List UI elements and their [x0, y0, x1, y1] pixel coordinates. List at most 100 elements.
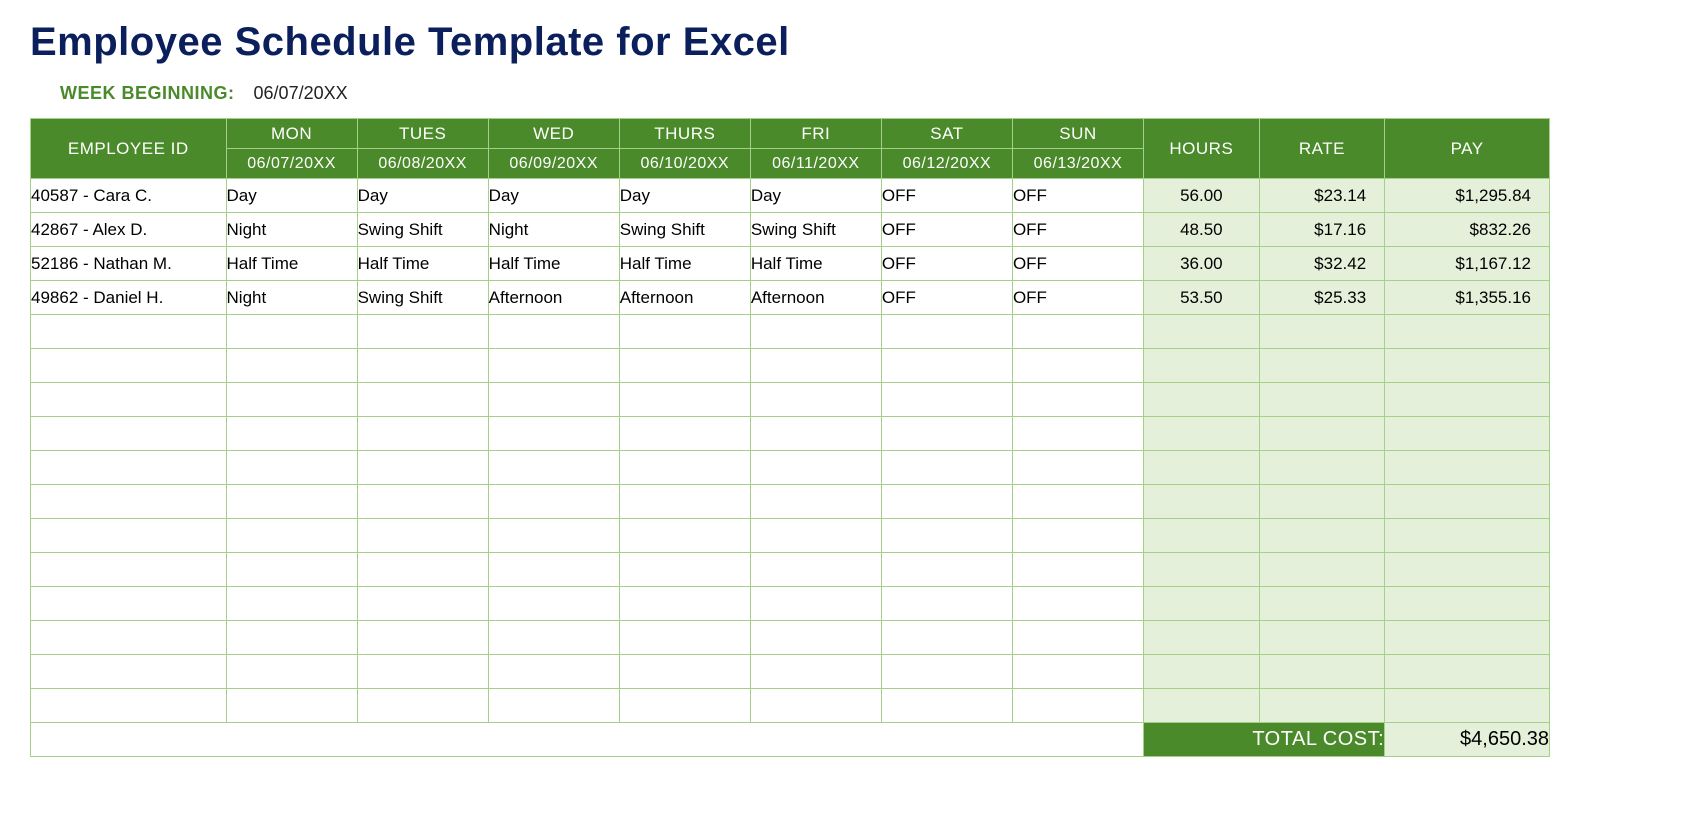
shift-cell[interactable]: Day — [619, 179, 750, 213]
shift-cell[interactable] — [488, 689, 619, 723]
shift-cell[interactable] — [488, 587, 619, 621]
shift-cell[interactable]: Night — [226, 213, 357, 247]
shift-cell[interactable] — [750, 553, 881, 587]
employee-cell[interactable]: 52186 - Nathan M. — [31, 247, 227, 281]
employee-cell[interactable] — [31, 349, 227, 383]
shift-cell[interactable] — [881, 519, 1012, 553]
shift-cell[interactable] — [750, 451, 881, 485]
shift-cell[interactable] — [750, 315, 881, 349]
shift-cell[interactable] — [750, 621, 881, 655]
shift-cell[interactable] — [226, 689, 357, 723]
shift-cell[interactable] — [750, 689, 881, 723]
shift-cell[interactable] — [357, 553, 488, 587]
employee-cell[interactable] — [31, 383, 227, 417]
employee-cell[interactable]: 49862 - Daniel H. — [31, 281, 227, 315]
shift-cell[interactable] — [1012, 315, 1143, 349]
employee-cell[interactable] — [31, 621, 227, 655]
shift-cell[interactable] — [750, 587, 881, 621]
shift-cell[interactable] — [1012, 349, 1143, 383]
shift-cell[interactable] — [357, 621, 488, 655]
shift-cell[interactable]: Swing Shift — [750, 213, 881, 247]
shift-cell[interactable]: Afternoon — [488, 281, 619, 315]
shift-cell[interactable] — [226, 485, 357, 519]
shift-cell[interactable] — [226, 587, 357, 621]
shift-cell[interactable] — [1012, 383, 1143, 417]
shift-cell[interactable]: Swing Shift — [357, 213, 488, 247]
shift-cell[interactable] — [750, 349, 881, 383]
employee-cell[interactable]: 40587 - Cara C. — [31, 179, 227, 213]
shift-cell[interactable] — [226, 655, 357, 689]
shift-cell[interactable] — [488, 519, 619, 553]
employee-cell[interactable] — [31, 315, 227, 349]
shift-cell[interactable] — [619, 689, 750, 723]
shift-cell[interactable] — [1012, 519, 1143, 553]
shift-cell[interactable]: OFF — [881, 281, 1012, 315]
week-beginning-value[interactable]: 06/07/20XX — [254, 83, 348, 103]
shift-cell[interactable]: Night — [488, 213, 619, 247]
shift-cell[interactable]: Half Time — [357, 247, 488, 281]
shift-cell[interactable] — [619, 485, 750, 519]
shift-cell[interactable] — [619, 519, 750, 553]
employee-cell[interactable] — [31, 417, 227, 451]
employee-cell[interactable] — [31, 553, 227, 587]
shift-cell[interactable] — [357, 485, 488, 519]
shift-cell[interactable]: Afternoon — [750, 281, 881, 315]
shift-cell[interactable] — [619, 315, 750, 349]
shift-cell[interactable]: Half Time — [619, 247, 750, 281]
shift-cell[interactable] — [488, 621, 619, 655]
shift-cell[interactable] — [226, 621, 357, 655]
shift-cell[interactable]: OFF — [1012, 179, 1143, 213]
shift-cell[interactable] — [488, 349, 619, 383]
shift-cell[interactable] — [357, 315, 488, 349]
shift-cell[interactable] — [488, 417, 619, 451]
shift-cell[interactable] — [488, 485, 619, 519]
shift-cell[interactable] — [881, 553, 1012, 587]
shift-cell[interactable] — [488, 655, 619, 689]
shift-cell[interactable] — [619, 553, 750, 587]
shift-cell[interactable] — [1012, 621, 1143, 655]
shift-cell[interactable] — [357, 655, 488, 689]
employee-cell[interactable] — [31, 485, 227, 519]
shift-cell[interactable]: OFF — [1012, 247, 1143, 281]
shift-cell[interactable] — [488, 315, 619, 349]
shift-cell[interactable] — [750, 519, 881, 553]
shift-cell[interactable]: Day — [488, 179, 619, 213]
shift-cell[interactable] — [881, 349, 1012, 383]
shift-cell[interactable] — [881, 315, 1012, 349]
shift-cell[interactable] — [226, 417, 357, 451]
shift-cell[interactable] — [1012, 587, 1143, 621]
shift-cell[interactable]: OFF — [881, 179, 1012, 213]
employee-cell[interactable] — [31, 689, 227, 723]
shift-cell[interactable] — [750, 417, 881, 451]
shift-cell[interactable]: OFF — [1012, 281, 1143, 315]
shift-cell[interactable] — [750, 485, 881, 519]
shift-cell[interactable] — [488, 553, 619, 587]
shift-cell[interactable] — [881, 451, 1012, 485]
shift-cell[interactable] — [881, 587, 1012, 621]
shift-cell[interactable] — [1012, 553, 1143, 587]
shift-cell[interactable]: OFF — [881, 247, 1012, 281]
employee-cell[interactable] — [31, 655, 227, 689]
shift-cell[interactable]: Half Time — [488, 247, 619, 281]
shift-cell[interactable] — [357, 417, 488, 451]
shift-cell[interactable] — [226, 315, 357, 349]
shift-cell[interactable]: Half Time — [750, 247, 881, 281]
shift-cell[interactable]: Day — [357, 179, 488, 213]
shift-cell[interactable] — [619, 655, 750, 689]
shift-cell[interactable] — [750, 383, 881, 417]
shift-cell[interactable] — [226, 349, 357, 383]
shift-cell[interactable] — [226, 553, 357, 587]
shift-cell[interactable]: OFF — [1012, 213, 1143, 247]
shift-cell[interactable] — [226, 519, 357, 553]
shift-cell[interactable] — [488, 383, 619, 417]
shift-cell[interactable] — [881, 655, 1012, 689]
shift-cell[interactable]: Day — [226, 179, 357, 213]
shift-cell[interactable] — [1012, 689, 1143, 723]
shift-cell[interactable] — [357, 519, 488, 553]
shift-cell[interactable] — [881, 689, 1012, 723]
shift-cell[interactable] — [357, 349, 488, 383]
shift-cell[interactable]: Day — [750, 179, 881, 213]
shift-cell[interactable] — [1012, 451, 1143, 485]
shift-cell[interactable] — [1012, 485, 1143, 519]
shift-cell[interactable] — [619, 383, 750, 417]
